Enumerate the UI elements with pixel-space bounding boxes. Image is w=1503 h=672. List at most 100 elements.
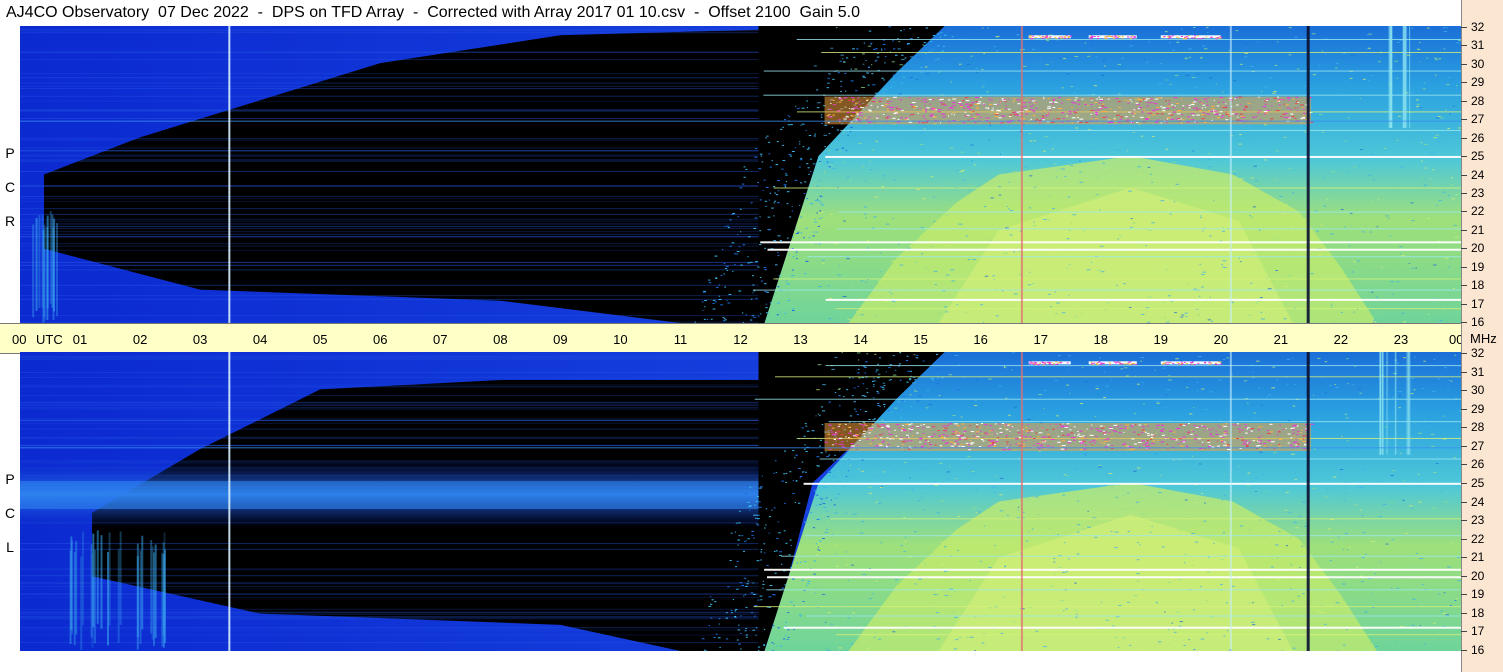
- day-speckle: [1310, 469, 1313, 471]
- day-speckle: [1012, 352, 1015, 354]
- edge-speckle: [909, 77, 913, 79]
- day-speckle: [925, 407, 929, 409]
- edge-speckle: [834, 392, 837, 394]
- day-speckle: [1356, 449, 1359, 451]
- edge-speckle: [804, 273, 807, 275]
- band-27mhz-speckle: [983, 424, 988, 426]
- band-27mhz-speckle: [881, 441, 884, 443]
- day-speckle: [1109, 486, 1114, 488]
- band-27mhz-speckle: [1114, 426, 1116, 428]
- day-speckle: [861, 53, 865, 55]
- band-27mhz-speckle: [1062, 117, 1065, 119]
- edge-speckle: [792, 492, 795, 494]
- edge-speckle: [815, 504, 819, 506]
- band-27mhz-speckle: [1161, 428, 1165, 430]
- band-27mhz-speckle: [1281, 99, 1285, 101]
- band-27mhz-speckle: [1084, 102, 1086, 104]
- top-mark-speckle: [1067, 36, 1070, 38]
- band-27mhz-speckle: [1146, 102, 1149, 104]
- band-27mhz-speckle: [1081, 437, 1085, 439]
- band-27mhz-speckle: [1053, 100, 1055, 102]
- edge-speckle: [702, 291, 706, 293]
- band-27mhz-speckle: [840, 434, 844, 436]
- edge-speckle: [795, 228, 797, 230]
- band-27mhz-speckle: [950, 443, 952, 445]
- day-speckle: [975, 489, 978, 491]
- lcp-freq-tick-17: [1461, 631, 1467, 633]
- top-mark-speckle: [1042, 37, 1045, 39]
- band-27mhz-speckle: [995, 441, 999, 443]
- top-mark-speckle: [1034, 37, 1037, 39]
- day-speckle: [1290, 537, 1293, 539]
- interference-line: [825, 365, 1461, 367]
- band-27mhz-speckle: [1077, 103, 1081, 105]
- band-27mhz-speckle: [1026, 110, 1031, 112]
- edge-speckle: [767, 229, 770, 231]
- edge-speckle: [756, 496, 759, 498]
- top-mark-speckle: [1124, 363, 1127, 365]
- day-speckle: [1013, 251, 1016, 253]
- rcp-freq-tick-20: [1461, 248, 1467, 250]
- day-speckle: [960, 413, 963, 415]
- band-27mhz-speckle: [1118, 432, 1122, 434]
- day-speckle: [1444, 367, 1447, 369]
- day-speckle: [1111, 379, 1113, 381]
- band-27mhz-speckle: [1077, 99, 1081, 101]
- top-mark-speckle: [1191, 363, 1194, 365]
- day-speckle: [954, 478, 958, 480]
- edge-speckle: [819, 439, 823, 441]
- band-27mhz-speckle: [1144, 99, 1148, 101]
- band-27mhz-speckle: [917, 112, 919, 114]
- day-speckle: [968, 184, 972, 186]
- edge-speckle: [866, 391, 869, 393]
- band-27mhz-speckle: [1277, 100, 1279, 102]
- band-27mhz-speckle: [976, 114, 980, 116]
- day-speckle: [885, 274, 888, 276]
- day-speckle: [1063, 474, 1066, 476]
- day-speckle: [1429, 178, 1431, 180]
- band-27mhz-speckle: [836, 433, 838, 435]
- day-speckle: [1200, 216, 1202, 218]
- band-27mhz-speckle: [888, 431, 890, 433]
- day-speckle: [1181, 314, 1185, 316]
- top-mark-speckle: [1109, 363, 1112, 365]
- day-speckle: [1354, 504, 1359, 506]
- day-speckle: [1448, 266, 1451, 268]
- day-speckle: [1247, 141, 1250, 143]
- day-speckle: [1003, 566, 1006, 568]
- edge-speckle: [782, 159, 786, 161]
- band-27mhz-speckle: [975, 101, 978, 103]
- day-speckle: [814, 592, 816, 594]
- edge-speckle: [757, 599, 760, 601]
- day-speckle: [943, 570, 948, 572]
- edge-speckle: [731, 612, 733, 614]
- band-27mhz-speckle: [1241, 439, 1245, 441]
- band-27mhz-speckle: [1120, 424, 1123, 426]
- edge-speckle: [881, 386, 885, 388]
- day-speckle: [1026, 418, 1031, 420]
- day-speckle: [1288, 512, 1292, 514]
- top-mark-speckle: [1215, 38, 1218, 40]
- top-mark-speckle: [1210, 362, 1213, 364]
- day-speckle: [1410, 507, 1414, 509]
- band-27mhz-speckle: [1258, 440, 1263, 442]
- day-speckle: [1413, 389, 1416, 391]
- band-27mhz-speckle: [1139, 101, 1142, 103]
- band-27mhz-speckle: [1222, 101, 1225, 103]
- day-speckle: [881, 186, 884, 188]
- day-speckle: [1189, 413, 1193, 415]
- day-speckle: [1129, 307, 1132, 309]
- day-speckle: [1274, 361, 1277, 363]
- band-27mhz-speckle: [885, 426, 888, 428]
- day-speckle: [1043, 181, 1046, 183]
- edge-speckle: [884, 56, 887, 58]
- day-speckle: [883, 175, 887, 177]
- day-speckle: [1370, 123, 1372, 125]
- edge-speckle: [784, 186, 787, 188]
- day-speckle: [1068, 71, 1071, 73]
- day-speckle: [1346, 171, 1348, 173]
- day-speckle: [1451, 177, 1454, 179]
- day-speckle: [1238, 257, 1240, 259]
- edge-speckle: [761, 161, 764, 163]
- edge-speckle: [858, 125, 861, 127]
